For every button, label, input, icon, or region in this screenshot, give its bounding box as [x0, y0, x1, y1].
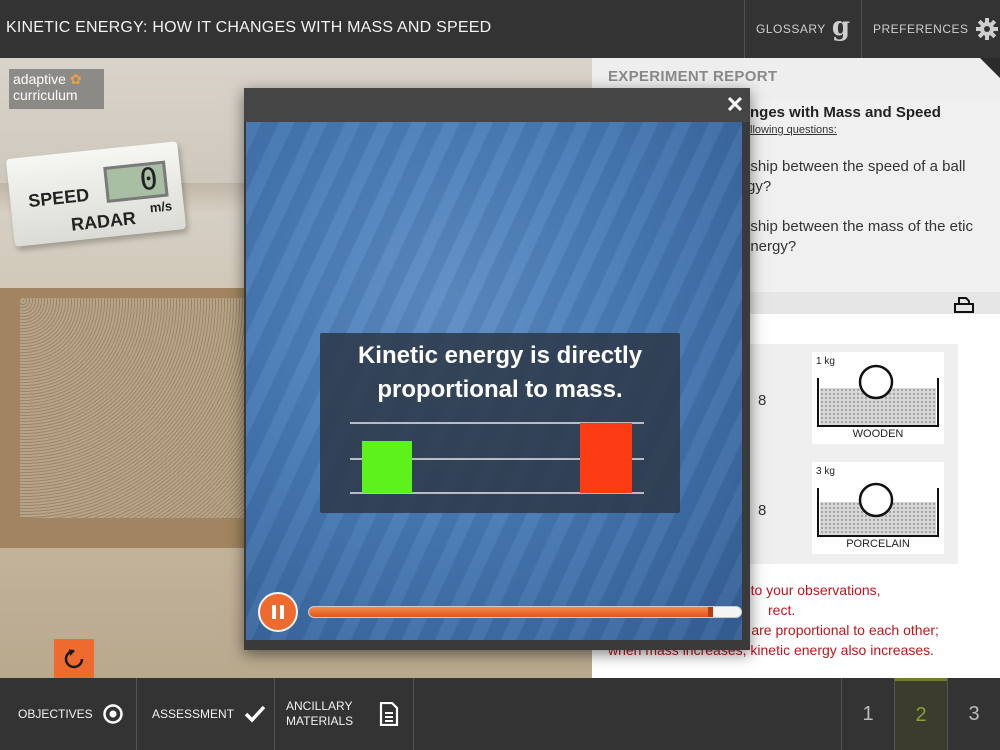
row-value: 8 [758, 502, 767, 519]
report-heading: EXPERIMENT REPORT [608, 68, 778, 85]
modal-titlebar: ✕ [244, 88, 750, 122]
report-subtitle: llowing questions: [750, 124, 837, 136]
ball-material: PORCELAIN [846, 538, 910, 550]
ball-material: WOODEN [852, 428, 904, 440]
adaptive-curriculum-logo: adaptive ✿ curriculum [9, 69, 104, 109]
page-3-button[interactable]: 3 [947, 678, 1000, 750]
ancillary-label: ANCILLARY MATERIALS [286, 699, 354, 728]
document-icon [379, 702, 399, 726]
assessment-button[interactable]: ASSESSMENT [137, 678, 275, 750]
page-1-button[interactable]: 1 [841, 678, 894, 750]
checkmark-icon [244, 705, 266, 723]
video-controls [258, 592, 742, 636]
table-row: 8 1 kg WOODEN [742, 344, 958, 454]
preferences-button[interactable]: PREFERENCES [861, 0, 1000, 58]
video-player[interactable]: Kinetic energy is directly proportional … [246, 122, 742, 640]
report-corner [980, 58, 1000, 78]
radar-radar-label: RADAR [70, 208, 137, 235]
assessment-label: ASSESSMENT [152, 707, 235, 721]
close-icon: ✕ [725, 92, 745, 117]
radar-speed-label: SPEED [27, 184, 91, 212]
radar-unit: m/s [148, 198, 173, 216]
video-caption-panel: Kinetic energy is directly proportional … [320, 333, 680, 513]
objectives-label: OBJECTIVES [18, 707, 93, 721]
video-caption: Kinetic energy is directly proportional … [357, 342, 643, 403]
pause-button[interactable] [258, 592, 298, 632]
ball-card-wooden: 1 kg WOODEN [812, 352, 944, 444]
glossary-icon: g [831, 12, 851, 42]
gear-icon [975, 17, 999, 41]
glossary-button[interactable]: GLOSSARY g [744, 0, 861, 58]
low-mass-bar [362, 441, 412, 493]
video-modal: ✕ Kinetic energy is directly proportiona… [244, 88, 750, 650]
report-title: nges with Mass and Speed [750, 104, 941, 121]
table-row: 8 3 kg PORCELAIN [742, 454, 958, 564]
ball-card-porcelain: 3 kg PORCELAIN [812, 462, 944, 554]
reset-button[interactable] [54, 639, 94, 678]
mass-bar-graphic [350, 422, 644, 494]
radar-display: 0 [103, 160, 169, 203]
reset-icon [63, 648, 85, 670]
top-bar: KINETIC ENERGY: HOW IT CHANGES WITH MASS… [0, 0, 1000, 58]
question-1: nship between the speed of a ball rgy? [742, 158, 966, 195]
video-progress-bar[interactable] [308, 606, 742, 618]
page-title: KINETIC ENERGY: HOW IT CHANGES WITH MASS… [6, 19, 492, 36]
bottom-bar: OBJECTIVES ASSESSMENT ANCILLARY MATERIAL… [0, 678, 1000, 750]
pause-icon [272, 605, 276, 619]
video-playhead[interactable] [708, 607, 713, 617]
preferences-label: PREFERENCES [873, 22, 969, 36]
ancillary-materials-button[interactable]: ANCILLARY MATERIALS [275, 678, 414, 750]
question-2: nship between the mass of the etic energ… [742, 218, 973, 255]
row-value: 8 [758, 392, 767, 409]
glossary-label: GLOSSARY [756, 22, 826, 36]
video-progress-fill [309, 607, 711, 617]
target-icon [102, 704, 123, 724]
close-button[interactable]: ✕ [722, 92, 748, 118]
objectives-button[interactable]: OBJECTIVES [0, 678, 137, 750]
page-2-button[interactable]: 2 [894, 678, 947, 750]
high-mass-bar [580, 423, 632, 493]
print-icon[interactable] [954, 296, 974, 319]
speed-radar: 0 SPEED RADAR m/s [5, 141, 187, 247]
